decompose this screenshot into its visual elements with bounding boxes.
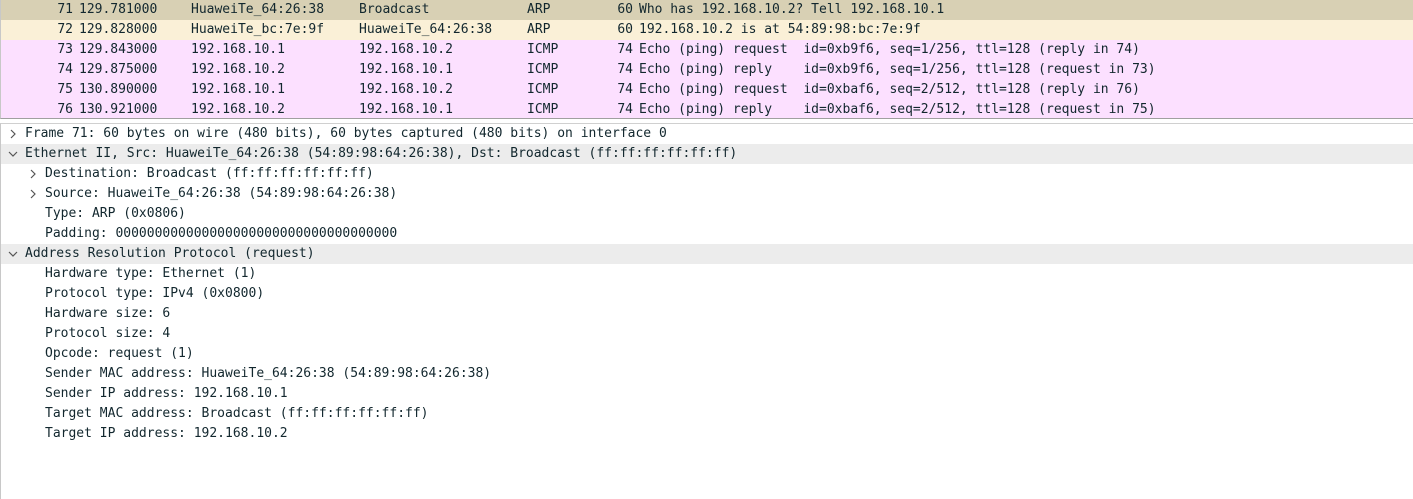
- packet-protocol: ICMP: [527, 42, 559, 57]
- packet-protocol: ICMP: [527, 102, 559, 117]
- packet-row[interactable]: 75 130.890000 192.168.10.1 192.168.10.2 …: [1, 80, 1413, 100]
- packet-number: 76: [57, 102, 73, 117]
- packet-length: 60: [617, 22, 633, 37]
- packet-destination: 192.168.10.1: [359, 102, 453, 117]
- tree-item-label: Hardware type: Ethernet (1): [45, 266, 257, 281]
- packet-protocol: ICMP: [527, 82, 559, 97]
- packet-number: 75: [57, 82, 73, 97]
- tree-item-arp-hardware-type[interactable]: Hardware type: Ethernet (1): [1, 264, 1413, 284]
- packet-number: 71: [57, 2, 73, 17]
- tree-item-label: Target IP address: 192.168.10.2: [45, 426, 288, 441]
- packet-info: Echo (ping) reply id=0xb9f6, seq=1/256, …: [639, 62, 1156, 77]
- packet-row[interactable]: 72 129.828000 HuaweiTe_bc:7e:9f HuaweiTe…: [1, 20, 1413, 40]
- packet-length: 74: [617, 82, 633, 97]
- tree-item-frame[interactable]: Frame 71: 60 bytes on wire (480 bits), 6…: [1, 124, 1413, 144]
- packet-source: 192.168.10.2: [191, 62, 285, 77]
- packet-source: 192.168.10.1: [191, 42, 285, 57]
- tree-item-label: Frame 71: 60 bytes on wire (480 bits), 6…: [25, 126, 667, 141]
- tree-item-label: Address Resolution Protocol (request): [25, 246, 315, 261]
- packet-destination: HuaweiTe_64:26:38: [359, 22, 493, 37]
- packet-row[interactable]: 73 129.843000 192.168.10.1 192.168.10.2 …: [1, 40, 1413, 60]
- tree-item-arp[interactable]: Address Resolution Protocol (request): [1, 244, 1413, 264]
- packet-protocol: ARP: [527, 22, 551, 37]
- packet-source: HuaweiTe_bc:7e:9f: [191, 22, 325, 37]
- tree-item-label: Type: ARP (0x0806): [45, 206, 186, 221]
- packet-time: 129.875000: [79, 62, 158, 77]
- tree-item-label: Destination: Broadcast (ff:ff:ff:ff:ff:f…: [45, 166, 374, 181]
- packet-time: 130.921000: [79, 102, 158, 117]
- tree-item-label: Protocol type: IPv4 (0x0800): [45, 286, 265, 301]
- chevron-right-icon[interactable]: [26, 184, 40, 204]
- packet-info: Echo (ping) request id=0xbaf6, seq=2/512…: [639, 82, 1140, 97]
- packet-destination: Broadcast: [359, 2, 430, 17]
- chevron-right-icon[interactable]: [26, 164, 40, 184]
- tree-item-arp-protocol-type[interactable]: Protocol type: IPv4 (0x0800): [1, 284, 1413, 304]
- packet-details-tree[interactable]: Frame 71: 60 bytes on wire (480 bits), 6…: [0, 123, 1413, 499]
- tree-item-eth-source[interactable]: Source: HuaweiTe_64:26:38 (54:89:98:64:2…: [1, 184, 1413, 204]
- tree-item-label: Sender MAC address: HuaweiTe_64:26:38 (5…: [45, 366, 492, 381]
- tree-item-label: Protocol size: 4: [45, 326, 171, 341]
- packet-info: Echo (ping) request id=0xb9f6, seq=1/256…: [639, 42, 1140, 57]
- wireshark-window: 71 129.781000 HuaweiTe_64:26:38 Broadcas…: [0, 0, 1413, 499]
- tree-item-label: Ethernet II, Src: HuaweiTe_64:26:38 (54:…: [25, 146, 738, 161]
- packet-list[interactable]: 71 129.781000 HuaweiTe_64:26:38 Broadcas…: [0, 0, 1413, 119]
- packet-length: 60: [617, 2, 633, 17]
- packet-length: 74: [617, 102, 633, 117]
- packet-time: 129.843000: [79, 42, 158, 57]
- tree-item-ethernet[interactable]: Ethernet II, Src: HuaweiTe_64:26:38 (54:…: [1, 144, 1413, 164]
- packet-number: 72: [57, 22, 73, 37]
- chevron-right-icon[interactable]: [6, 124, 20, 144]
- packet-row[interactable]: 71 129.781000 HuaweiTe_64:26:38 Broadcas…: [1, 0, 1413, 20]
- packet-destination: 192.168.10.2: [359, 82, 453, 97]
- tree-item-eth-destination[interactable]: Destination: Broadcast (ff:ff:ff:ff:ff:f…: [1, 164, 1413, 184]
- tree-item-label: Source: HuaweiTe_64:26:38 (54:89:98:64:2…: [45, 186, 398, 201]
- tree-item-arp-sender-mac[interactable]: Sender MAC address: HuaweiTe_64:26:38 (5…: [1, 364, 1413, 384]
- packet-length: 74: [617, 62, 633, 77]
- tree-item-arp-target-mac[interactable]: Target MAC address: Broadcast (ff:ff:ff:…: [1, 404, 1413, 424]
- tree-item-label: Opcode: request (1): [45, 346, 194, 361]
- tree-item-eth-padding[interactable]: Padding: 0000000000000000000000000000000…: [1, 224, 1413, 244]
- tree-item-eth-type[interactable]: Type: ARP (0x0806): [1, 204, 1413, 224]
- packet-time: 130.890000: [79, 82, 158, 97]
- packet-protocol: ICMP: [527, 62, 559, 77]
- packet-info: Echo (ping) reply id=0xbaf6, seq=2/512, …: [639, 102, 1156, 117]
- tree-item-label: Padding: 0000000000000000000000000000000…: [45, 226, 398, 241]
- packet-source: HuaweiTe_64:26:38: [191, 2, 325, 17]
- chevron-down-icon[interactable]: [6, 144, 20, 164]
- tree-item-label: Hardware size: 6: [45, 306, 171, 321]
- packet-info: Who has 192.168.10.2? Tell 192.168.10.1: [639, 2, 945, 17]
- tree-item-arp-target-ip[interactable]: Target IP address: 192.168.10.2: [1, 424, 1413, 444]
- chevron-down-icon[interactable]: [6, 244, 20, 264]
- packet-destination: 192.168.10.2: [359, 42, 453, 57]
- tree-item-arp-opcode[interactable]: Opcode: request (1): [1, 344, 1413, 364]
- packet-time: 129.781000: [79, 2, 158, 17]
- tree-item-arp-protocol-size[interactable]: Protocol size: 4: [1, 324, 1413, 344]
- tree-item-arp-sender-ip[interactable]: Sender IP address: 192.168.10.1: [1, 384, 1413, 404]
- tree-item-label: Sender IP address: 192.168.10.1: [45, 386, 288, 401]
- packet-number: 73: [57, 42, 73, 57]
- packet-info: 192.168.10.2 is at 54:89:98:bc:7e:9f: [639, 22, 921, 37]
- packet-length: 74: [617, 42, 633, 57]
- tree-item-label: Target MAC address: Broadcast (ff:ff:ff:…: [45, 406, 429, 421]
- packet-number: 74: [57, 62, 73, 77]
- packet-row[interactable]: 74 129.875000 192.168.10.2 192.168.10.1 …: [1, 60, 1413, 80]
- packet-row[interactable]: 76 130.921000 192.168.10.2 192.168.10.1 …: [1, 100, 1413, 118]
- packet-source: 192.168.10.2: [191, 102, 285, 117]
- packet-time: 129.828000: [79, 22, 158, 37]
- tree-item-arp-hardware-size[interactable]: Hardware size: 6: [1, 304, 1413, 324]
- packet-destination: 192.168.10.1: [359, 62, 453, 77]
- packet-protocol: ARP: [527, 2, 551, 17]
- packet-source: 192.168.10.1: [191, 82, 285, 97]
